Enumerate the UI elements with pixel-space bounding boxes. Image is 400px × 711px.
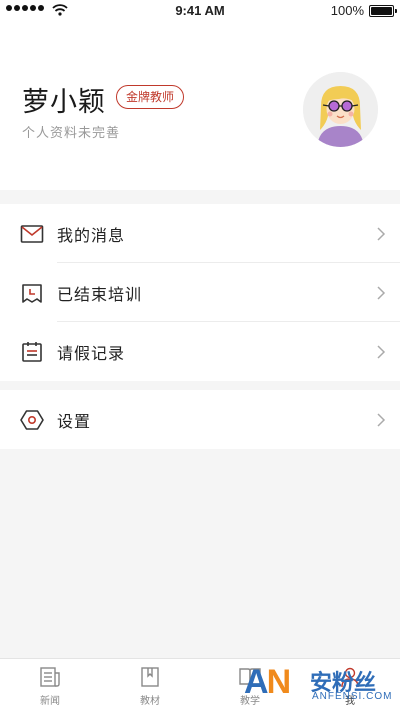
bottom-tab-bar: 新闻 教材 教学 我 (0, 658, 400, 711)
menu-group-settings: 设置 (0, 390, 400, 449)
profile-header[interactable]: 萝小颖 金牌教师 个人资料未完善 (0, 22, 400, 190)
status-bar: 9:41 AM 100% (0, 0, 400, 22)
user-name: 萝小颖 (22, 87, 106, 118)
tab-label: 教学 (240, 696, 260, 707)
mail-icon (20, 222, 44, 246)
battery-icon (369, 5, 397, 17)
menu-item-label: 设置 (57, 411, 92, 431)
menu-item-settings[interactable]: 设置 (0, 390, 400, 449)
battery-percentage: 100% (330, 3, 364, 18)
profile-incomplete-text: 个人资料未完善 (22, 126, 121, 141)
menu-item-finished-training[interactable]: 已结束培训 (0, 263, 400, 322)
tab-textbook[interactable]: 教材 (100, 659, 200, 711)
teacher-level-badge: 金牌教师 (116, 85, 185, 109)
tab-teaching[interactable]: 教学 (200, 659, 300, 711)
chevron-right-icon (377, 226, 386, 241)
user-avatar-icon (303, 72, 378, 147)
menu-item-messages[interactable]: 我的消息 (0, 204, 400, 263)
menu-item-label: 请假记录 (57, 343, 126, 363)
tab-label: 教材 (140, 696, 160, 707)
chevron-right-icon (377, 344, 386, 359)
avatar[interactable] (303, 72, 378, 147)
book-icon (138, 665, 162, 689)
menu-item-label: 已结束培训 (57, 284, 143, 304)
tab-me[interactable]: 我 (300, 659, 400, 711)
news-icon (38, 665, 62, 689)
calendar-clock-icon (20, 281, 44, 305)
tab-label: 我 (345, 696, 355, 707)
menu-group-main: 我的消息 已结束培训 请假记录 (0, 204, 400, 381)
calendar-list-icon (20, 340, 44, 364)
hexagon-settings-icon (20, 408, 44, 432)
user-icon (338, 665, 362, 689)
tab-label: 新闻 (40, 696, 60, 707)
menu-item-label: 我的消息 (57, 225, 126, 245)
open-book-icon (238, 665, 262, 689)
chevron-right-icon (377, 412, 386, 427)
menu-item-leave-records[interactable]: 请假记录 (0, 322, 400, 381)
tab-news[interactable]: 新闻 (0, 659, 100, 711)
chevron-right-icon (377, 285, 386, 300)
